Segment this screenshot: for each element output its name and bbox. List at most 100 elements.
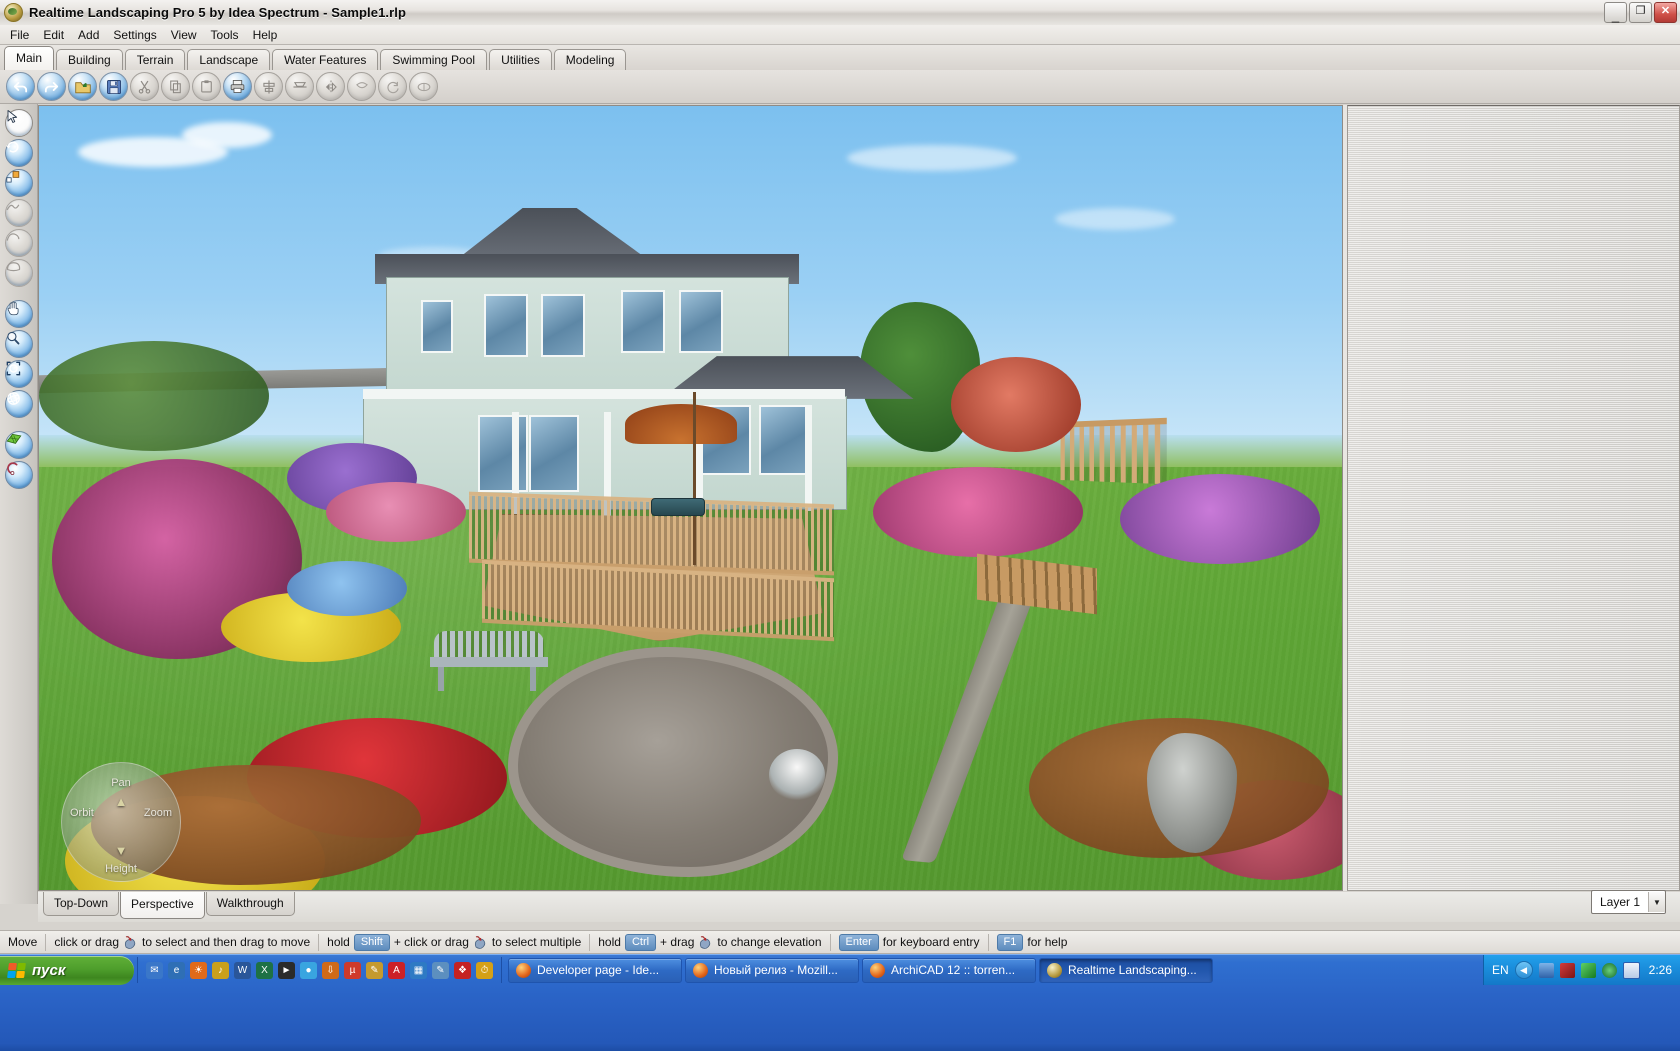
zoom-icon[interactable] [4,330,33,358]
status-hint-keyboard-entry: Enter for keyboard entry [831,932,988,952]
ribbon-tab-strip: Main Building Terrain Landscape Water Fe… [0,45,1680,70]
media-player-icon[interactable]: ► [278,961,295,979]
key-shift: Shift [353,933,390,951]
menu-item-edit[interactable]: Edit [36,26,71,44]
3d-viewport[interactable]: Orbit Zoom Pan Height ▲ ▼ [38,105,1343,891]
abbyy-icon[interactable]: ❖ [454,961,471,979]
compass-pan-label: Pan [111,777,131,789]
status-hint-3-pre: hold [598,935,621,949]
acrobat-icon[interactable]: A [388,961,405,979]
status-hint-4-post: for keyboard entry [882,935,980,949]
usb-icon[interactable]: ▦ [410,961,427,979]
view-tab-top-down[interactable]: Top-Down [43,892,120,916]
resize-object-icon[interactable] [4,169,33,197]
taskbar-item-novyi-reliz[interactable]: Новый релиз - Mozill... [685,957,859,983]
view-tab-walkthrough[interactable]: Walkthrough [205,892,295,916]
windows-taskbar: пуск ✉ e ☀ ♪ W X ► ● ⇩ µ ✎ A ▦ ✎ ❖ ⏱ Dev… [0,954,1680,1051]
properties-panel [1347,105,1680,891]
tab-landscape[interactable]: Landscape [187,49,271,70]
menu-item-view[interactable]: View [164,26,204,44]
grid-icon[interactable] [4,431,33,459]
taskbar-item-label: Developer page - Ide... [537,963,660,977]
select-arrow-icon[interactable] [4,109,33,137]
mouse-icon [473,935,488,949]
measure-icon[interactable] [4,461,33,489]
mail-icon[interactable] [1622,961,1640,979]
firefox-icon [693,962,708,978]
flower-bed-right-pink [872,466,1083,557]
orbit-icon[interactable] [4,390,33,418]
winamp-icon[interactable]: ♪ [212,961,229,979]
compass-down-arrow: ▼ [114,843,128,858]
taskbar-clock[interactable]: 2:26 [1649,963,1672,977]
tab-modeling[interactable]: Modeling [553,49,627,70]
status-hint-3-post: to change elevation [717,935,822,949]
notes-icon[interactable]: ✎ [366,961,383,979]
menu-item-file[interactable]: File [3,26,36,44]
language-indicator[interactable]: EN [1492,963,1509,977]
tab-utilities[interactable]: Utilities [489,49,552,70]
start-button[interactable]: пуск [0,955,134,985]
paint-icon[interactable]: ✎ [432,961,449,979]
status-hint-select-move: click or drag to select and then drag to… [46,932,318,952]
open-folder-icon[interactable] [68,72,97,101]
compass-orbit-label: Orbit [70,807,94,819]
undo-icon[interactable] [6,72,35,101]
network-icon[interactable] [1538,962,1554,978]
save-icon[interactable] [99,72,128,101]
title-bar: Realtime Landscaping Pro 5 by Idea Spect… [0,0,1680,26]
download-manager-icon[interactable]: ⇩ [322,961,339,979]
layer-dropdown[interactable]: Layer 1 ▼ [1590,890,1666,914]
mouse-icon [698,935,713,949]
key-enter: Enter [838,933,879,951]
print-icon[interactable] [223,72,252,101]
tool-rail [0,104,38,904]
firefox-icon [516,962,531,978]
rotate-object-icon[interactable] [4,139,33,167]
minimize-button[interactable]: _ [1604,2,1627,23]
taskbar-item-developer-page[interactable]: Developer page - Ide... [508,957,682,983]
curve-icon [4,229,33,257]
power-icon[interactable] [1580,962,1596,978]
navigation-compass[interactable]: Orbit Zoom Pan Height ▲ ▼ [61,762,181,882]
excel-icon[interactable]: X [256,961,273,979]
clock-icon[interactable]: ⏱ [476,961,493,979]
tab-building[interactable]: Building [56,49,123,70]
tab-swimming-pool[interactable]: Swimming Pool [380,49,488,70]
tab-main[interactable]: Main [4,46,55,70]
utorrent-icon[interactable]: µ [344,961,361,979]
zoom-extents-icon[interactable] [4,360,33,388]
restore-button[interactable]: ❐ [1629,2,1652,23]
menu-item-tools[interactable]: Tools [204,26,246,44]
status-bar: Move click or drag to select and then dr… [0,930,1680,954]
outlook-express-icon[interactable]: ✉ [146,961,163,979]
pan-hand-icon[interactable] [4,300,33,328]
taskbar-item-label: Realtime Landscaping... [1068,963,1197,977]
word-icon[interactable]: W [234,961,251,979]
key-f1: F1 [996,933,1024,951]
menu-item-settings[interactable]: Settings [106,26,163,44]
tab-terrain[interactable]: Terrain [124,49,186,70]
redo-icon[interactable] [37,72,66,101]
close-button[interactable]: ✕ [1654,2,1677,23]
globe-landscape-icon [1047,962,1062,978]
background-tree [39,341,269,452]
compass-zoom-label: Zoom [143,807,172,819]
compass-height-label: Height [105,863,137,875]
window-controls: _ ❐ ✕ [1604,2,1677,23]
tab-water-features[interactable]: Water Features [272,49,379,70]
taskbar-item-realtime-landscaping[interactable]: Realtime Landscaping... [1039,957,1213,983]
taskbar-item-archicad-torrent[interactable]: ArchiCAD 12 :: torren... [862,957,1036,983]
taskbar-item-label: ArchiCAD 12 :: torren... [891,963,1016,977]
chevron-down-icon[interactable]: ▼ [1648,892,1665,912]
menu-item-help[interactable]: Help [246,26,285,44]
show-hidden-icons-icon[interactable]: ◀ [1514,961,1533,979]
antivirus-icon[interactable] [1559,962,1575,978]
status-hint-5-post: for help [1027,935,1068,949]
menu-item-add[interactable]: Add [71,26,106,44]
firefox-icon[interactable]: ☀ [190,961,207,979]
updates-icon[interactable] [1601,962,1617,978]
messenger-icon[interactable]: ● [300,961,317,979]
internet-explorer-icon[interactable]: e [168,961,185,979]
view-tab-perspective[interactable]: Perspective [120,892,205,919]
